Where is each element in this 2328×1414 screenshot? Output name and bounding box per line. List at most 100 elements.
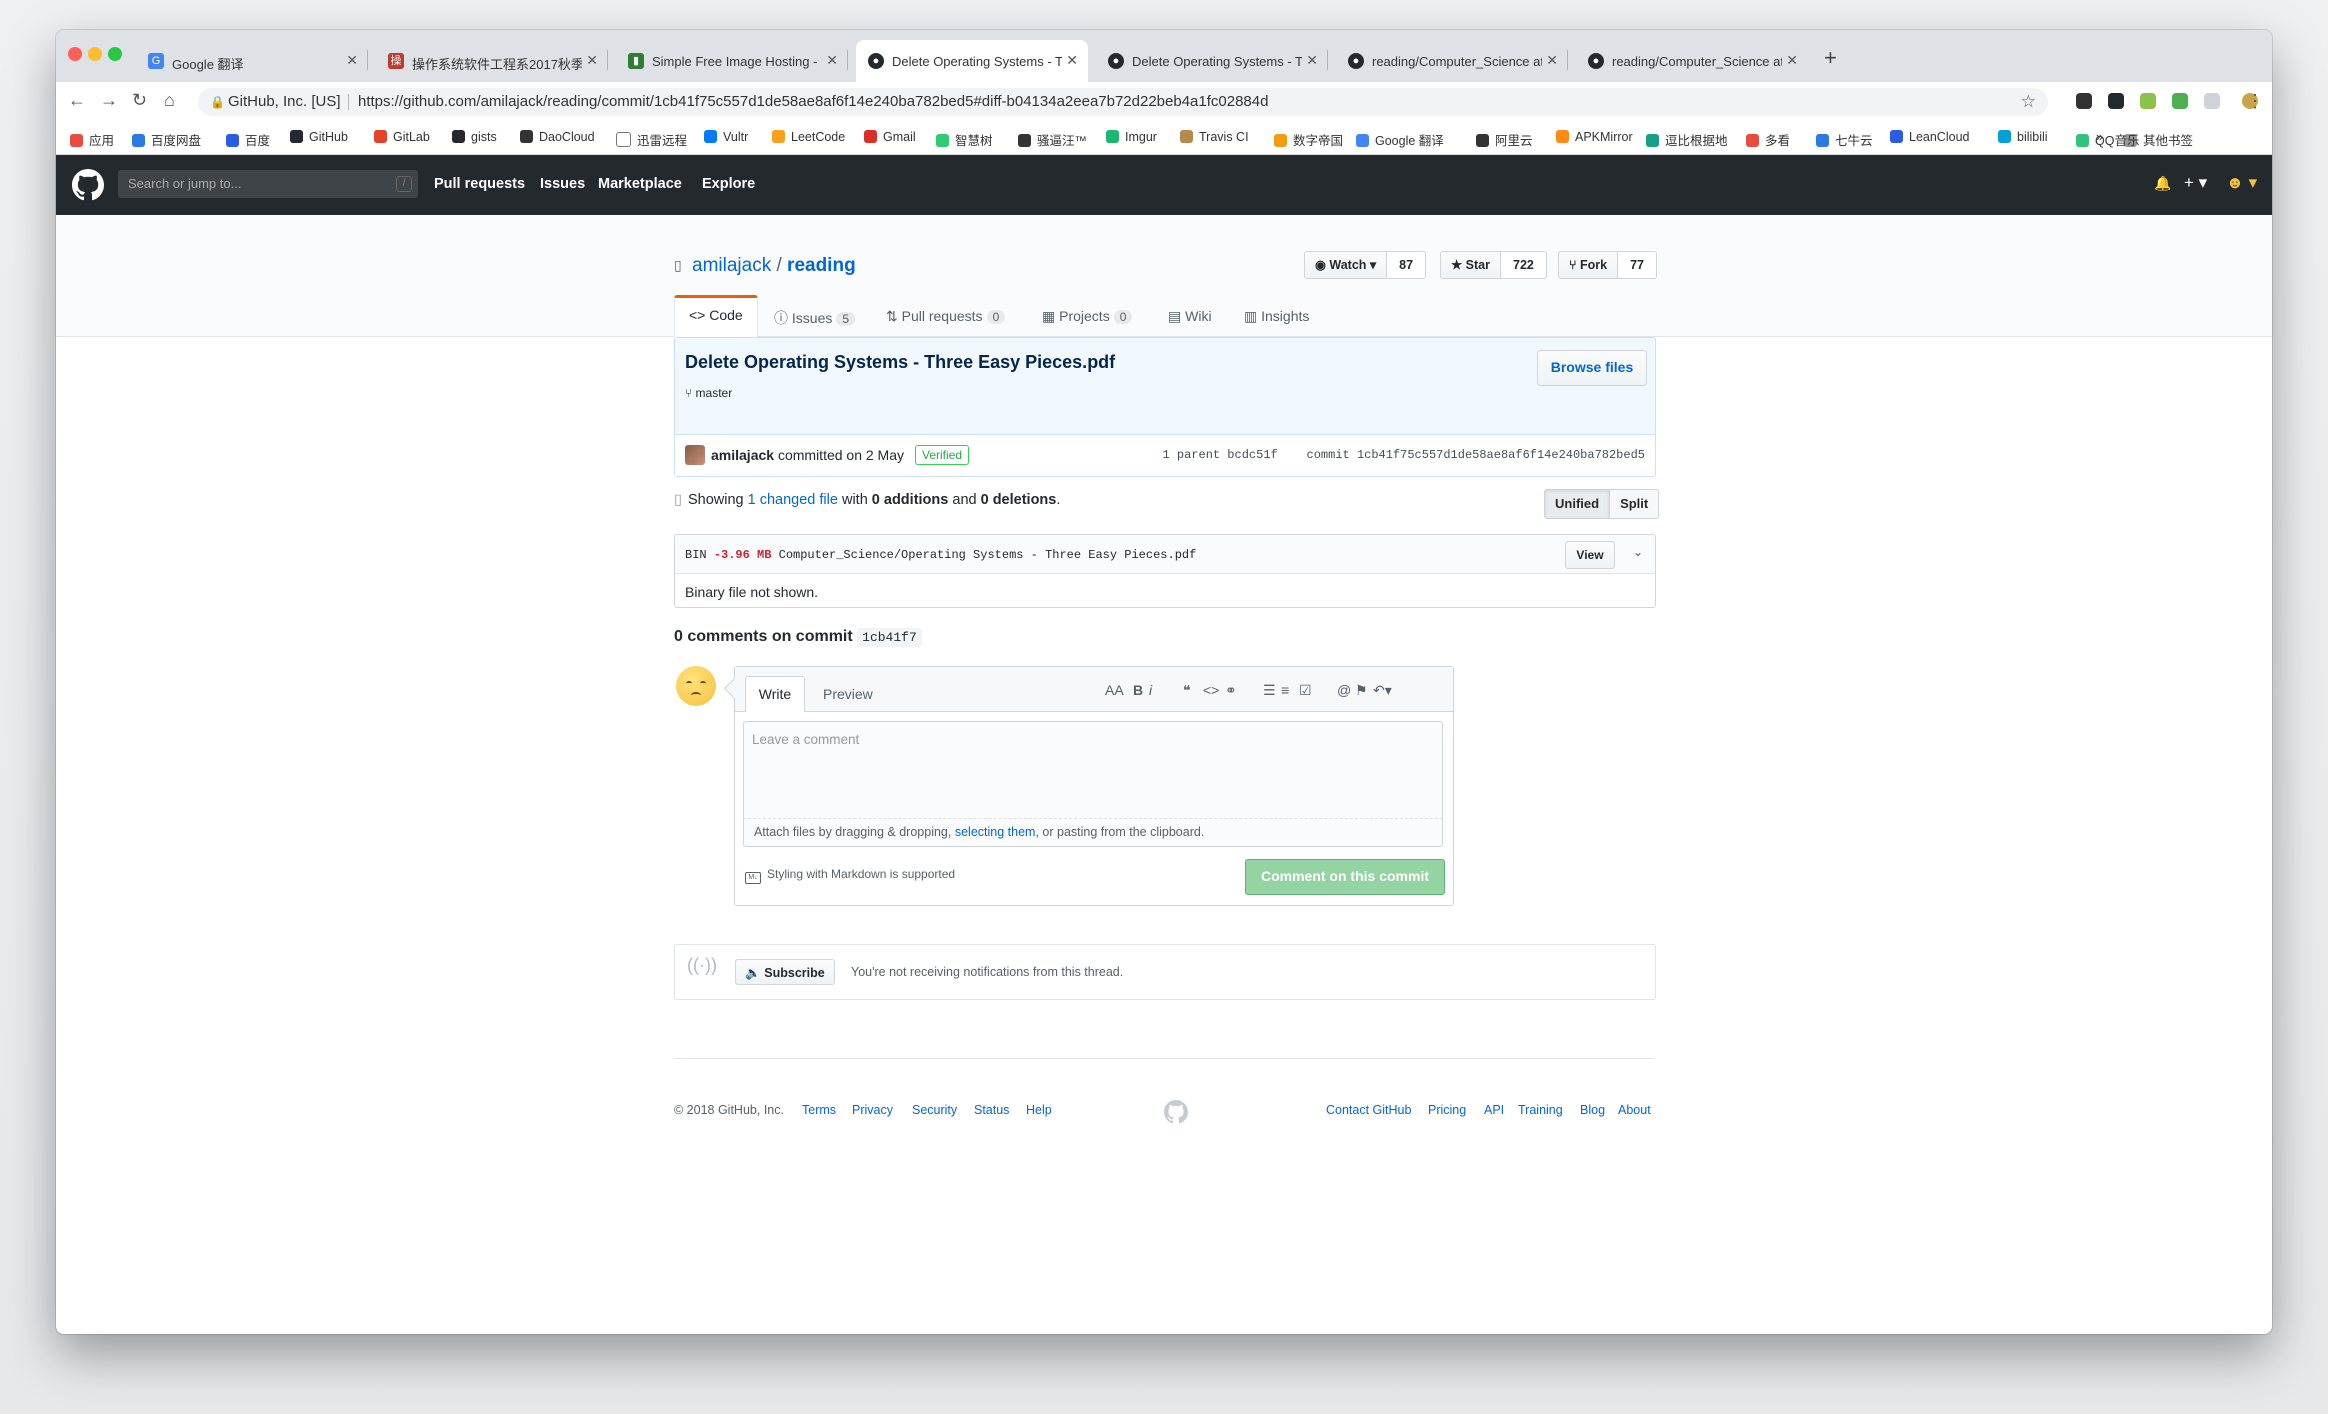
browser-tab[interactable]: ▮ Simple Free Image Hosting - S ✕ <box>616 40 848 82</box>
comment-textarea[interactable]: Leave a comment <box>743 721 1443 819</box>
nav-explore[interactable]: Explore <box>702 176 755 192</box>
browser-tab[interactable]: ● reading/Computer_Science at ✕ <box>1576 40 1808 82</box>
back-arrow-icon[interactable]: ← <box>68 90 86 111</box>
footer-security[interactable]: Security <box>912 1103 957 1117</box>
footer-about[interactable]: About <box>1618 1103 1651 1117</box>
mention-icon[interactable]: @ <box>1337 682 1351 698</box>
bookmark-item[interactable]: gists <box>452 130 497 144</box>
numbered-list-icon[interactable]: ≡ <box>1281 682 1289 698</box>
changed-files-link[interactable]: 1 changed file <box>748 492 838 508</box>
repo-owner-link[interactable]: amilajack <box>692 255 771 276</box>
bookmark-item[interactable]: 百度网盘 <box>132 130 201 149</box>
author-link[interactable]: amilajack <box>711 447 774 463</box>
author-avatar[interactable] <box>685 445 705 465</box>
footer-status[interactable]: Status <box>974 1103 1009 1117</box>
bookmark-item[interactable]: 数字帝国 <box>1274 130 1343 149</box>
branch-label[interactable]: ⑂ master <box>685 386 732 400</box>
zoom-window-button[interactable] <box>108 47 122 61</box>
bookmark-item[interactable]: 迅雷远程 <box>616 130 687 149</box>
bookmark-item[interactable]: QQ音乐 <box>2076 130 2139 149</box>
footer-training[interactable]: Training <box>1518 1103 1563 1117</box>
browser-tab[interactable]: ● Delete Operating Systems - Th ✕ <box>1096 40 1328 82</box>
bookmark-item[interactable]: LeetCode <box>772 130 845 144</box>
footer-terms[interactable]: Terms <box>802 1103 836 1117</box>
chevron-down-icon[interactable]: ⌄ <box>1633 545 1643 559</box>
bookmark-item[interactable]: GitHub <box>290 130 348 144</box>
preview-tab[interactable]: Preview <box>823 686 873 702</box>
reload-icon[interactable]: ↻ <box>132 90 147 111</box>
bookmark-item[interactable]: Google 翻译 <box>1356 130 1444 149</box>
task-list-icon[interactable]: ☑ <box>1299 682 1312 699</box>
close-tab-icon[interactable]: ✕ <box>1066 52 1078 69</box>
tab-code[interactable]: <> Code <box>674 295 758 337</box>
user-avatar-dropdown[interactable]: ☻ ▾ <box>2226 173 2257 193</box>
browser-tab-active[interactable]: ● Delete Operating Systems - Th ✕ <box>856 40 1088 82</box>
star-count[interactable]: 722 <box>1501 251 1547 279</box>
bookmark-item[interactable]: 逗比根据地 <box>1646 130 1728 149</box>
close-tab-icon[interactable]: ✕ <box>1786 52 1798 69</box>
bookmark-star-icon[interactable]: ☆ <box>2021 88 2036 116</box>
footer-pricing[interactable]: Pricing <box>1428 1103 1466 1117</box>
extension-icon[interactable] <box>2140 93 2156 109</box>
close-tab-icon[interactable]: ✕ <box>1546 52 1558 69</box>
github-logo-icon[interactable] <box>72 169 104 201</box>
star-button[interactable]: ★ Star <box>1440 251 1501 279</box>
parent-sha[interactable]: 1 parent bcdc51f <box>1163 448 1278 462</box>
forward-arrow-icon[interactable]: → <box>100 90 118 111</box>
watch-button[interactable]: ◉ Watch ▾ <box>1304 251 1388 279</box>
bookmark-item[interactable]: Gmail <box>864 130 916 144</box>
user-avatar[interactable] <box>676 666 716 706</box>
bookmark-item[interactable]: 多看 <box>1746 130 1790 149</box>
markdown-hint[interactable]: M↓ Styling with Markdown is supported <box>745 867 955 884</box>
view-file-button[interactable]: View <box>1565 541 1615 569</box>
link-icon[interactable]: ⚭ <box>1225 682 1237 699</box>
new-tab-button[interactable]: + <box>1824 45 1837 71</box>
close-tab-icon[interactable]: ✕ <box>826 52 838 69</box>
bookmark-item[interactable]: 阿里云 <box>1476 130 1533 149</box>
bookmark-item[interactable]: Imgur <box>1106 130 1157 144</box>
browser-tab[interactable]: 操 操作系统软件工程系2017秋季A ✕ <box>376 40 608 82</box>
address-bar[interactable]: 🔒 GitHub, Inc. [US] https://github.com/a… <box>198 88 2048 116</box>
browser-tab[interactable]: ● reading/Computer_Science at ✕ <box>1336 40 1568 82</box>
github-mark-icon[interactable] <box>1164 1100 1188 1124</box>
close-tab-icon[interactable]: ✕ <box>1306 52 1318 69</box>
bookmark-item[interactable]: LeanCloud <box>1890 130 1969 144</box>
reply-icon[interactable]: ↶▾ <box>1373 682 1392 699</box>
saved-reply-icon[interactable]: ⚑ <box>1355 682 1368 699</box>
bookmark-item[interactable]: APKMirror <box>1556 130 1633 144</box>
close-tab-icon[interactable]: ✕ <box>346 52 358 69</box>
footer-blog[interactable]: Blog <box>1580 1103 1605 1117</box>
watch-count[interactable]: 87 <box>1387 251 1427 279</box>
bullet-list-icon[interactable]: ☰ <box>1263 682 1276 699</box>
extension-icon[interactable] <box>2076 93 2092 109</box>
comment-submit-button[interactable]: Comment on this commit <box>1245 859 1445 895</box>
unified-button[interactable]: Unified <box>1544 489 1611 519</box>
write-tab[interactable]: Write <box>745 676 805 712</box>
bold-icon[interactable]: B <box>1133 682 1143 698</box>
nav-marketplace[interactable]: Marketplace <box>598 176 682 192</box>
bookmark-item[interactable]: 应用 <box>70 130 114 149</box>
menu-kebab-icon[interactable]: ⋮ <box>2246 91 2264 112</box>
select-files-link[interactable]: selecting them <box>955 825 1036 839</box>
bookmark-item[interactable]: Travis CI <box>1180 130 1249 144</box>
extension-icon[interactable] <box>2204 93 2220 109</box>
home-icon[interactable]: ⌂ <box>164 90 175 111</box>
footer-privacy[interactable]: Privacy <box>852 1103 893 1117</box>
create-new-dropdown[interactable]: + ▾ <box>2184 173 2207 193</box>
italic-icon[interactable]: i <box>1149 682 1152 698</box>
quote-icon[interactable]: ❝ <box>1183 682 1191 699</box>
minimize-window-button[interactable] <box>88 47 102 61</box>
nav-issues[interactable]: Issues <box>540 176 585 192</box>
bookmark-item[interactable]: 智慧树 <box>936 130 993 149</box>
bookmark-item[interactable]: bilibili <box>1998 130 2048 144</box>
close-tab-icon[interactable]: ✕ <box>586 52 598 69</box>
heading-icon[interactable]: AA <box>1105 682 1124 698</box>
extension-icon[interactable] <box>2108 93 2124 109</box>
code-icon[interactable]: <> <box>1203 682 1219 698</box>
nav-pull-requests[interactable]: Pull requests <box>434 176 525 192</box>
bell-icon[interactable]: 🔔 <box>2154 175 2171 192</box>
bookmark-item[interactable]: 七牛云 <box>1816 130 1873 149</box>
footer-api[interactable]: API <box>1484 1103 1504 1117</box>
browser-tab[interactable]: G Google 翻译 ✕ <box>136 40 368 82</box>
bookmark-item[interactable]: 百度 <box>226 130 270 149</box>
